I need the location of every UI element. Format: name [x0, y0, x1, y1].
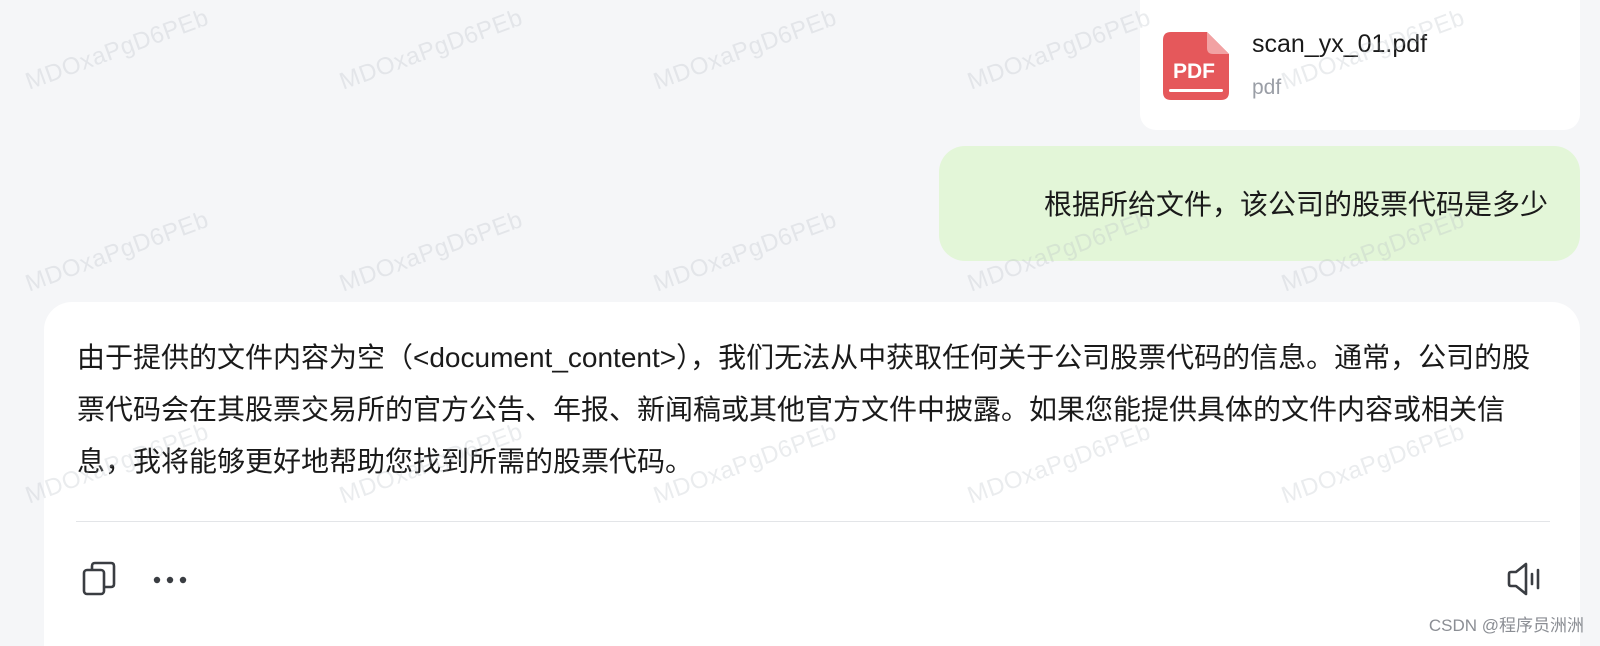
more-icon[interactable]	[152, 574, 188, 586]
assistant-message-card: 由于提供的文件内容为空（<document_content>），我们无法从中获取…	[44, 302, 1580, 646]
pdf-icon-label: PDF	[1173, 60, 1215, 83]
credit-watermark: CSDN @程序员洲洲	[1428, 616, 1584, 635]
watermark-text: MDOxaPgD6PEb	[22, 4, 213, 96]
copy-icon[interactable]	[82, 561, 116, 597]
pdf-file-icon: PDF	[1163, 32, 1229, 100]
watermark-text: MDOxaPgD6PEb	[650, 4, 841, 96]
watermark-text: MDOxaPgD6PEb	[336, 206, 527, 298]
watermark-text: MDOxaPgD6PEb	[22, 206, 213, 298]
file-type: pdf	[1252, 76, 1282, 99]
speaker-icon[interactable]	[1506, 562, 1542, 596]
user-message-text: 根据所给文件，该公司的股票代码是多少	[1043, 189, 1548, 220]
watermark-text: MDOxaPgD6PEb	[650, 206, 841, 298]
watermark-text: MDOxaPgD6PEb	[336, 4, 527, 96]
user-message-bubble: 根据所给文件，该公司的股票代码是多少	[939, 146, 1580, 261]
assistant-message-text: 由于提供的文件内容为空（<document_content>），我们无法从中获取…	[77, 342, 1531, 477]
divider	[76, 521, 1550, 522]
watermark-text: MDOxaPgD6PEb	[964, 4, 1155, 96]
file-name: scan_yx_01.pdf	[1252, 30, 1428, 58]
file-attachment-card[interactable]: PDF scan_yx_01.pdf pdf	[1140, 0, 1580, 130]
